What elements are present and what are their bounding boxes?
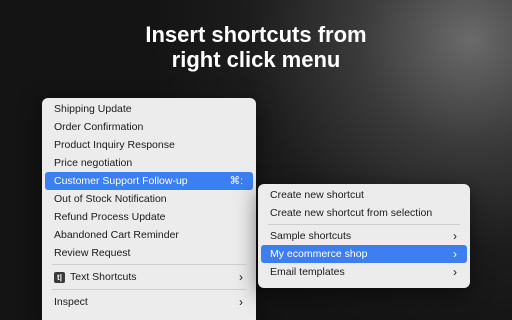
menu-item-price-negotiation[interactable]: Price negotiation <box>45 154 253 172</box>
menu-item-customer-support-follow-up[interactable]: Customer Support Follow-up ⌘: <box>45 172 253 190</box>
menu-item-label: Shipping Update <box>54 103 132 115</box>
menu-separator <box>268 224 460 225</box>
menu-item-order-confirmation[interactable]: Order Confirmation <box>45 118 253 136</box>
chevron-right-icon: › <box>453 229 457 243</box>
menu-item-label: Customer Support Follow-up <box>54 175 188 187</box>
headline: Insert shortcuts from right click menu <box>0 22 512 72</box>
menu-item-label: Create new shortcut from selection <box>270 207 433 219</box>
menu-item-label: Inspect <box>54 296 88 308</box>
context-menu: Shipping Update Order Confirmation Produ… <box>42 98 256 320</box>
menu-item-abandoned-cart-reminder[interactable]: Abandoned Cart Reminder <box>45 226 253 244</box>
text-shortcuts-app-icon: t| <box>54 271 65 283</box>
headline-line-2: right click menu <box>171 47 341 72</box>
menu-item-label: Price negotiation <box>54 157 133 169</box>
menu-item-label: Out of Stock Notification <box>54 193 167 205</box>
menu-item-label: Create new shortcut <box>270 189 364 201</box>
chevron-right-icon: › <box>453 265 457 279</box>
menu-item-label: Text Shortcuts <box>70 271 137 283</box>
menu-item-label: Abandoned Cart Reminder <box>54 229 179 241</box>
menu-item-refund-process-update[interactable]: Refund Process Update <box>45 208 253 226</box>
submenu-item-create-from-selection[interactable]: Create new shortcut from selection <box>261 204 467 222</box>
chevron-right-icon: › <box>239 295 243 309</box>
menu-item-label: Order Confirmation <box>54 121 144 133</box>
menu-item-label: My ecommerce shop <box>270 248 368 260</box>
chevron-right-icon: › <box>453 247 457 261</box>
submenu-item-my-ecommerce-shop[interactable]: My ecommerce shop › <box>261 245 467 263</box>
menu-item-out-of-stock-notification[interactable]: Out of Stock Notification <box>45 190 253 208</box>
submenu-item-create-new-shortcut[interactable]: Create new shortcut <box>261 186 467 204</box>
menu-item-label: Sample shortcuts <box>270 230 352 242</box>
menu-item-label: Product Inquiry Response <box>54 139 175 151</box>
menu-item-review-request[interactable]: Review Request <box>45 244 253 262</box>
menu-item-label: Review Request <box>54 247 131 259</box>
headline-line-1: Insert shortcuts from <box>145 22 367 47</box>
menu-item-product-inquiry-response[interactable]: Product Inquiry Response <box>45 136 253 154</box>
submenu-item-sample-shortcuts[interactable]: Sample shortcuts › <box>261 227 467 245</box>
menu-item-label: Email templates <box>270 266 345 278</box>
text-shortcuts-submenu: Create new shortcut Create new shortcut … <box>258 184 470 288</box>
menu-item-inspect[interactable]: Inspect › <box>45 292 253 312</box>
chevron-right-icon: › <box>239 270 243 284</box>
menu-item-text-shortcuts[interactable]: t| Text Shortcuts › <box>45 267 253 287</box>
menu-item-shipping-update[interactable]: Shipping Update <box>45 100 253 118</box>
keyboard-shortcut-hint: ⌘: <box>229 175 243 187</box>
submenu-item-email-templates[interactable]: Email templates › <box>261 263 467 281</box>
menu-separator <box>52 264 246 265</box>
menu-item-label: Refund Process Update <box>54 211 166 223</box>
menu-separator <box>52 289 246 290</box>
